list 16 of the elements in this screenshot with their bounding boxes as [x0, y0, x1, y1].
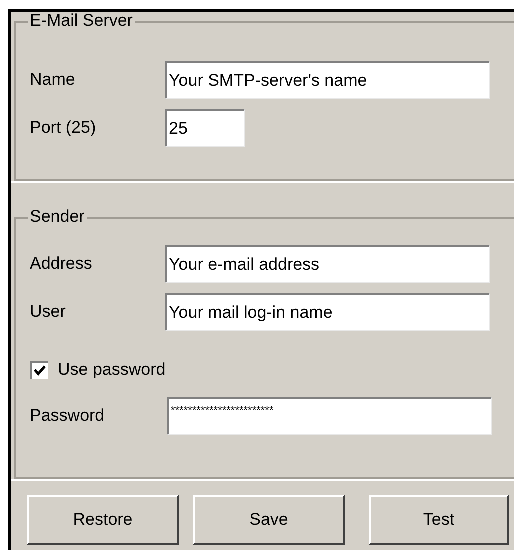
field-label: Name — [30, 69, 76, 92]
field-label: Password — [30, 404, 106, 427]
input-field[interactable]: Your e-mail address — [165, 245, 490, 283]
checkbox[interactable] — [30, 360, 48, 379]
check-icon — [34, 365, 46, 376]
input-field[interactable]: Your SMTP-server's name — [165, 61, 490, 99]
input-field[interactable]: 25 — [165, 109, 245, 147]
input-field[interactable]: Your mail log-in name — [165, 293, 490, 331]
use-password-checkbox[interactable]: Use password — [30, 357, 166, 382]
field-label: User — [30, 301, 67, 324]
input-field[interactable]: ************************ — [167, 396, 492, 434]
field-label: Port (25) — [30, 117, 98, 140]
dialog-button[interactable]: Save — [193, 495, 345, 545]
field-label: Address — [30, 253, 94, 276]
dialog-button[interactable]: Restore — [27, 495, 179, 545]
dialog-button[interactable]: Test — [369, 495, 509, 545]
